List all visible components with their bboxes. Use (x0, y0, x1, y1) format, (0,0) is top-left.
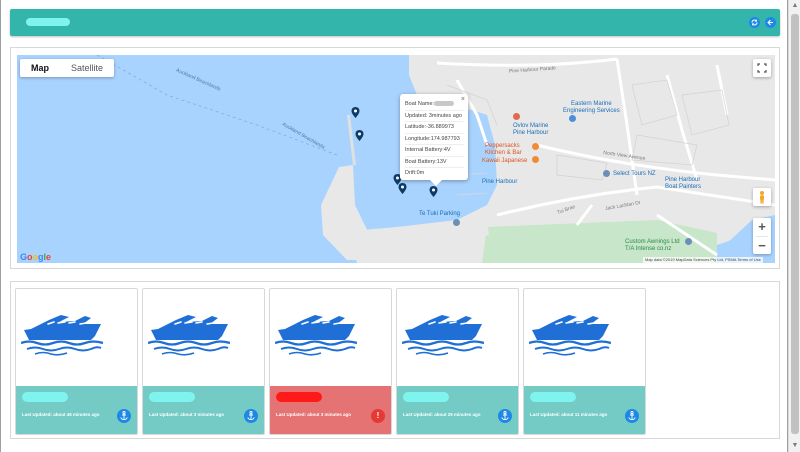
map-view[interactable]: Auckland Beachlands Auckland Beachlands … (17, 55, 775, 263)
boat-location-marker[interactable] (429, 186, 438, 197)
boat-last-updated: Last Updated: about 3 minutes ago (276, 412, 352, 417)
scroll-down-icon[interactable]: ▼ (791, 442, 799, 450)
info-updated: Updated: 3minutes ago (405, 111, 464, 122)
map-pin-te-tuki-parking[interactable] (453, 219, 460, 226)
boat-image (524, 289, 645, 385)
refresh-icon (751, 19, 758, 26)
fullscreen-icon (757, 63, 767, 73)
app-header (10, 9, 780, 36)
boat-location-marker[interactable] (355, 130, 364, 141)
map-card: Auckland Beachlands Auckland Beachlands … (10, 47, 780, 269)
arrow-left-icon (767, 19, 773, 26)
boat-image (16, 289, 137, 385)
boat-image (270, 289, 391, 385)
pegman-icon (760, 191, 764, 204)
close-icon[interactable]: × (461, 96, 465, 103)
boat-footer: Last Updated: about 29 minutes ago (397, 386, 518, 434)
boat-last-updated: Last Updated: about 3 minutes ago (149, 412, 225, 417)
scroll-thumb[interactable] (791, 14, 799, 434)
boat-card-1[interactable]: Last Updated: about 46 minutes ago (15, 288, 138, 435)
app-title-redacted (26, 18, 70, 26)
boat-name-redacted (434, 101, 455, 107)
boat-footer: Last Updated: about 11 minutes ago (524, 386, 645, 434)
boat-footer: Last Updated: about 3 minutes ago (143, 386, 264, 434)
info-boat-name: Boat Name: (405, 99, 464, 111)
boat-icon (402, 315, 484, 356)
boat-card-2[interactable]: Last Updated: about 3 minutes ago (142, 288, 265, 435)
map-poi-kawaii-japanese[interactable]: Kawaii Japanese (482, 158, 527, 165)
boat-icon (275, 315, 357, 356)
vertical-scrollbar[interactable]: ▲ ▼ (788, 0, 800, 452)
map-poi-select-tours[interactable]: Select Tours NZ (613, 171, 656, 178)
map-type-satellite[interactable]: Satellite (60, 59, 114, 77)
map-pin-kawaii-japanese[interactable] (532, 156, 539, 163)
boat-name-redacted (403, 392, 449, 402)
map-poi-custom-awnings[interactable]: Custom Awnings Ltd T/A Intense co.nz (625, 239, 680, 253)
info-boat-name-label: Boat Name: (405, 101, 435, 107)
map-pin-custom-awnings[interactable] (685, 238, 692, 245)
boat-image (143, 289, 264, 385)
anchor-icon (628, 411, 636, 421)
boat-card-3[interactable]: Last Updated: about 3 minutes ago ! (269, 288, 392, 435)
boat-last-updated: Last Updated: about 29 minutes ago (403, 412, 481, 417)
anchor-button[interactable] (498, 409, 512, 423)
boat-last-updated: Last Updated: about 46 minutes ago (22, 412, 100, 417)
map-poi-pine-harbour[interactable]: Pine Harbour (482, 179, 517, 186)
map-type-control: Map Satellite (20, 59, 115, 77)
map-poi-pine-harbour-boat-painters[interactable]: Pine Harbour Boat Painters (665, 177, 701, 191)
map-poi-te-tuki-parking[interactable]: Te Tuki Parking (419, 211, 460, 218)
boat-location-marker[interactable] (351, 107, 360, 118)
boat-card-4[interactable]: Last Updated: about 29 minutes ago (396, 288, 519, 435)
alert-button[interactable]: ! (371, 409, 385, 423)
info-boat-battery: Boat Battery:13V (405, 157, 464, 168)
zoom-in-button[interactable]: + (753, 218, 771, 236)
boat-image (397, 289, 518, 385)
map-poi-eastern-marine[interactable]: Eastern Marine Engineering Services (563, 101, 620, 115)
boat-location-marker[interactable] (398, 183, 407, 194)
boats-list: Last Updated: about 46 minutes ago Last … (10, 281, 780, 439)
zoom-control: + − (753, 218, 771, 254)
map-pin-eastern-marine[interactable] (569, 115, 576, 122)
map-type-map[interactable]: Map (20, 59, 60, 77)
anchor-icon (501, 411, 509, 421)
map-attribution[interactable]: Map data ©2019 MapData Sciences Pty Ltd,… (643, 257, 763, 263)
map-pin-select-tours[interactable] (603, 170, 610, 177)
back-button[interactable] (765, 17, 776, 28)
google-logo[interactable]: Google (20, 252, 51, 262)
boat-name-redacted (276, 392, 322, 402)
boat-last-updated: Last Updated: about 11 minutes ago (530, 412, 608, 417)
boat-icon (21, 315, 103, 356)
boat-icon (529, 315, 611, 356)
zoom-out-button[interactable]: − (753, 237, 771, 255)
anchor-button[interactable] (625, 409, 639, 423)
info-latitude: Latitude:-36.889973 (405, 122, 464, 134)
map-poi-peppersacks[interactable]: Peppersacks Kitchen & Bar (485, 143, 522, 157)
boat-name-redacted (22, 392, 68, 402)
boat-card-5[interactable]: Last Updated: about 11 minutes ago (523, 288, 646, 435)
info-longitude: Longitude:174.987793 (405, 134, 464, 145)
info-internal-battery: Internal Battery:4V (405, 145, 464, 157)
street-view-pegman[interactable] (753, 188, 771, 206)
map-poi-ovlov-marine[interactable]: Ovlov Marine Pine Harbour (513, 123, 548, 137)
boat-info-window: × Boat Name: Updated: 3minutes ago Latit… (400, 94, 468, 186)
fullscreen-button[interactable] (753, 59, 771, 77)
scroll-up-icon[interactable]: ▲ (791, 2, 799, 10)
boat-name-redacted (149, 392, 195, 402)
map-pin-peppersacks[interactable] (532, 143, 539, 150)
map-base-layer (17, 55, 775, 263)
boat-footer: Last Updated: about 46 minutes ago (16, 386, 137, 434)
anchor-icon (247, 411, 255, 421)
boat-name-redacted (530, 392, 576, 402)
anchor-button[interactable] (117, 409, 131, 423)
info-drift: Drift:0m (405, 170, 425, 176)
map-pin-ovlov-marine[interactable] (513, 113, 520, 120)
anchor-button[interactable] (244, 409, 258, 423)
refresh-button[interactable] (749, 17, 760, 28)
anchor-icon (120, 411, 128, 421)
boat-icon (148, 315, 230, 356)
boat-footer: Last Updated: about 3 minutes ago ! (270, 386, 391, 434)
